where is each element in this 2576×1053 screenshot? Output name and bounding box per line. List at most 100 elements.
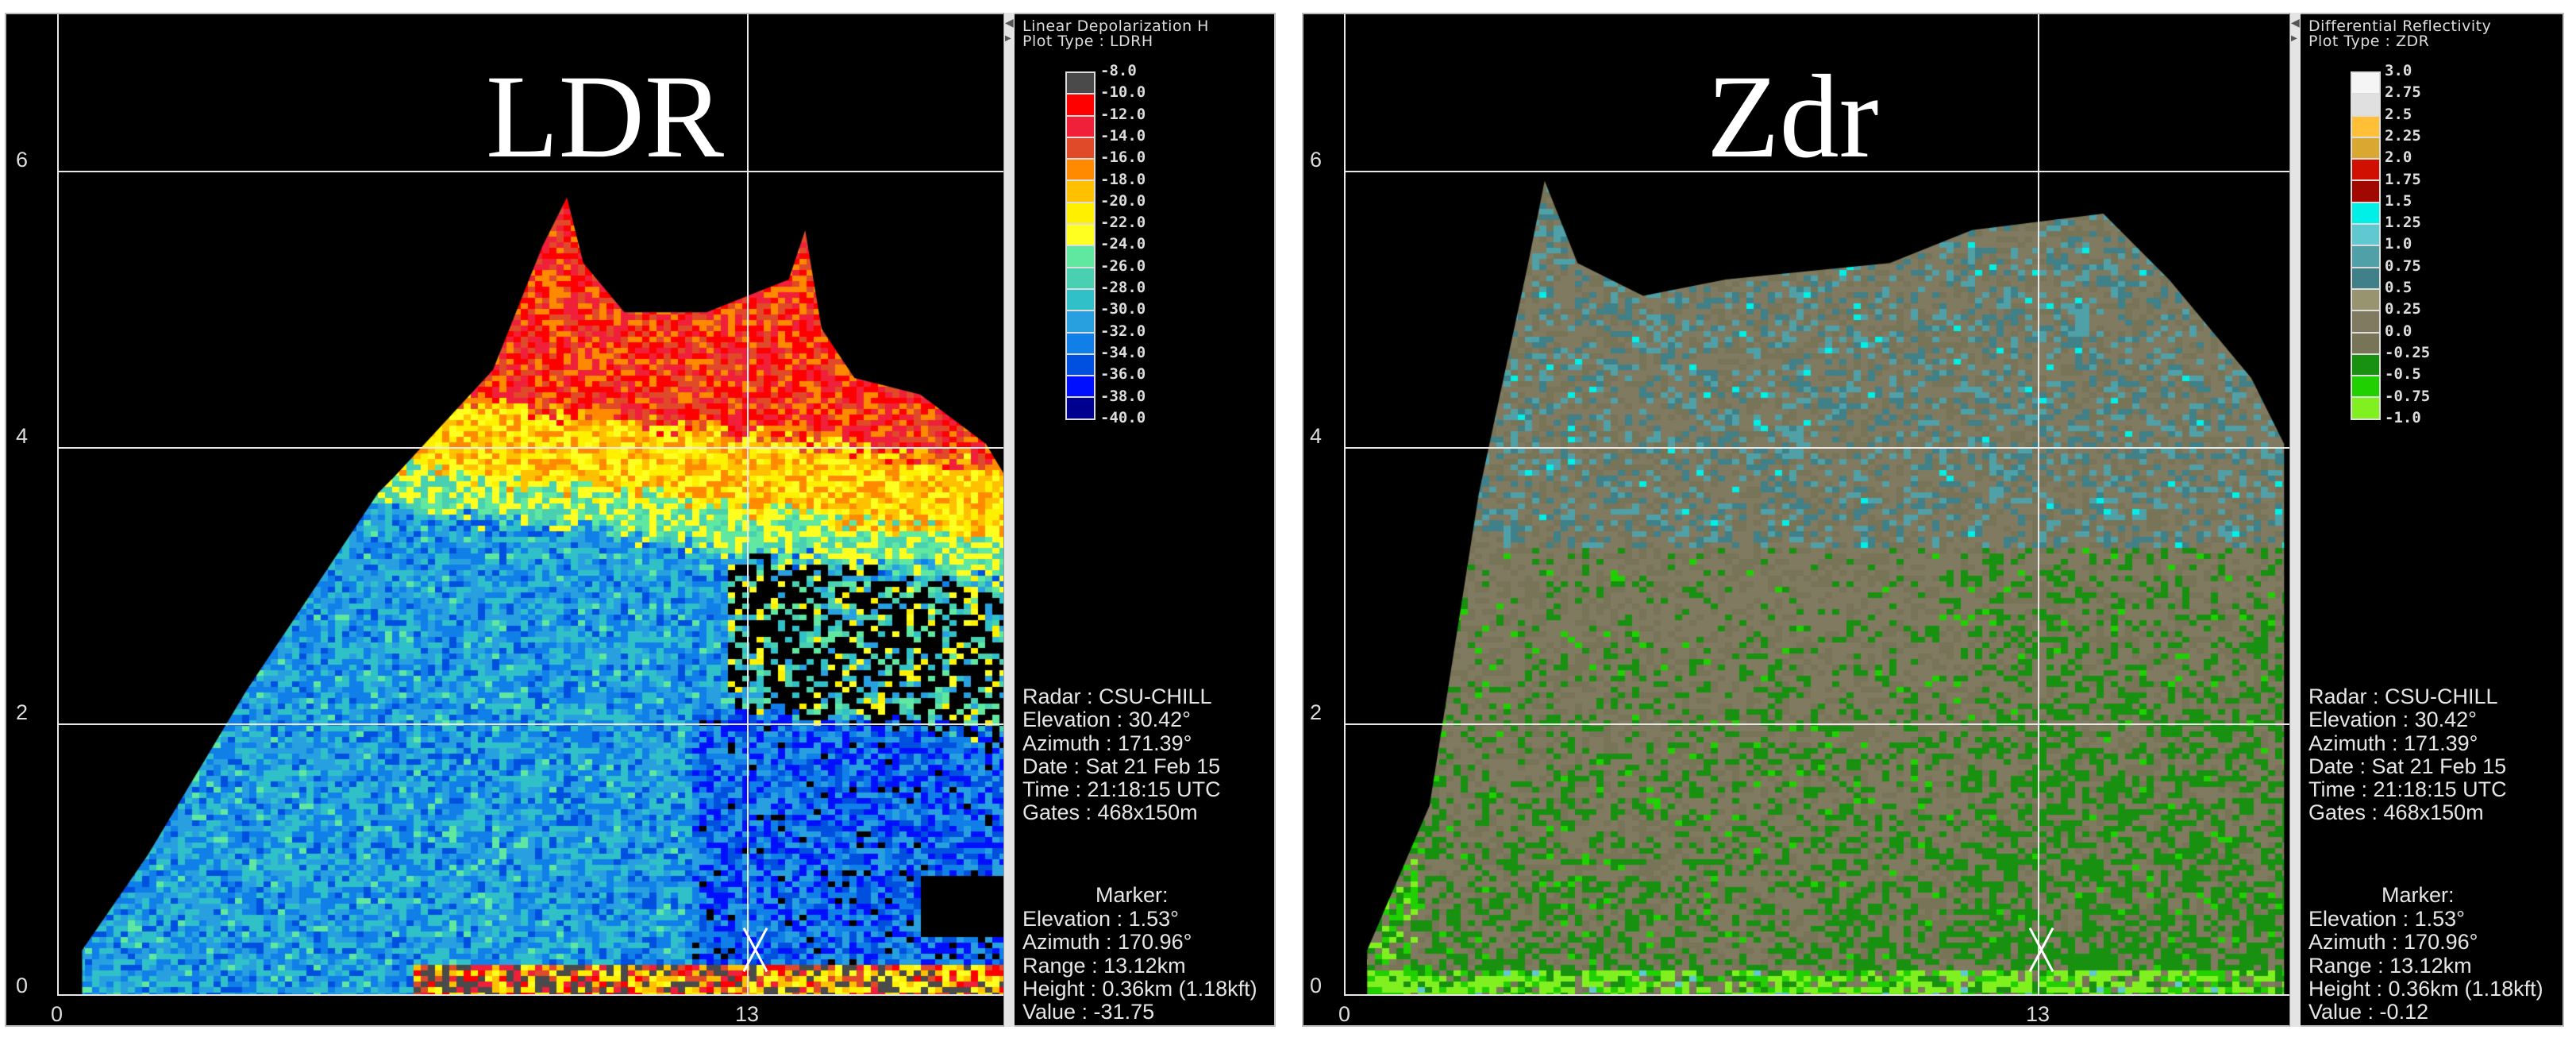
color-scale-label: -16.0 [1100, 148, 1146, 167]
color-scale-label: 2.5 [2385, 105, 2412, 123]
color-scale-label: 0.25 [2385, 300, 2421, 318]
info-radar: Radar : CSU-CHILL [2308, 685, 2498, 708]
zdr-y-tick: 2 [1310, 700, 1323, 724]
color-scale-label: -30.0 [1100, 300, 1146, 318]
color-scale-label: 0.75 [2385, 256, 2421, 275]
color-scale-label: 1.0 [2385, 235, 2412, 253]
ldr-y-tick: 0 [16, 974, 29, 997]
ldr-gridline-4 [57, 447, 1003, 449]
ldr-marker-x-icon [734, 928, 777, 971]
color-scale-label: -36.0 [1100, 365, 1146, 384]
color-scale-swatch [1067, 311, 1094, 334]
color-scale-swatch [2352, 202, 2379, 226]
color-scale-swatch [2352, 73, 2379, 95]
color-scale-swatch [1067, 268, 1094, 290]
expand-arrow-icon[interactable]: ▶ [1005, 35, 1011, 43]
ldr-y-tick: 4 [16, 424, 29, 448]
marker-height: Height : 0.36km (1.18kft) [2308, 976, 2543, 1001]
color-scale-swatch [1067, 202, 1094, 226]
color-scale-swatch [1067, 225, 1094, 247]
color-scale-label: -0.75 [2385, 387, 2431, 405]
color-scale-swatch [1067, 160, 1094, 182]
ldr-radar-info: Radar : CSU-CHILL Elevation : 30.42° Azi… [1022, 685, 1221, 825]
ldr-y-tick: 2 [16, 700, 29, 724]
marker-azimuth: Azimuth : 170.96° [2308, 930, 2478, 955]
color-scale-swatch [2352, 160, 2379, 182]
color-scale-label: -26.0 [1100, 256, 1146, 275]
info-date: Date : Sat 21 Feb 15 [2308, 754, 2507, 778]
zdr-gridline-13 [2038, 14, 2039, 996]
color-scale-label: -18.0 [1100, 170, 1146, 188]
zdr-legend-toggle-scrollbar[interactable]: ◀ ▶ [2289, 13, 2301, 1027]
color-scale-swatch [2352, 94, 2379, 117]
color-scale-label: -10.0 [1100, 83, 1146, 102]
marker-height: Height : 0.36km (1.18kft) [1022, 976, 1257, 1001]
marker-range: Range : 13.12km [2308, 953, 2472, 978]
zdr-y-tick: 4 [1310, 424, 1323, 448]
color-scale-swatch [1067, 289, 1094, 312]
color-scale-swatch [2352, 333, 2379, 355]
color-scale-label: 0.5 [2385, 279, 2412, 296]
color-scale-swatch [1067, 116, 1094, 138]
color-scale-swatch [2352, 289, 2379, 312]
info-gates: Gates : 468x150m [2308, 800, 2484, 825]
color-scale-label: 0.0 [2385, 322, 2412, 340]
ldr-legend-toggle-scrollbar[interactable]: ◀ ▶ [1003, 13, 1015, 1027]
color-scale-label: -32.0 [1100, 322, 1146, 340]
color-scale-swatch [1067, 333, 1094, 355]
legend-plot-type: Plot Type : ZDR [2308, 33, 2430, 50]
color-scale-label: -40.0 [1100, 408, 1146, 426]
color-scale-label: -24.0 [1100, 235, 1146, 253]
info-elevation: Elevation : 30.42° [2308, 708, 2477, 732]
ldr-x-tick: 0 [51, 1002, 64, 1026]
color-scale-label: 3.0 [2385, 62, 2412, 79]
color-scale-swatch [2352, 398, 2379, 418]
color-scale-label: 1.5 [2385, 191, 2412, 210]
color-scale-swatch [2352, 225, 2379, 247]
collapse-arrow-icon[interactable]: ◀ [1005, 17, 1014, 29]
color-scale-swatch [2352, 268, 2379, 290]
zdr-x-axis [1344, 994, 2290, 996]
zdr-gridline-2 [1344, 723, 2290, 725]
color-scale-swatch [1067, 354, 1094, 377]
color-scale-label: -0.25 [2385, 343, 2431, 361]
color-scale-swatch [2352, 311, 2379, 334]
color-scale-label: 2.75 [2385, 83, 2421, 102]
zdr-color-scale [2351, 71, 2381, 420]
legend-plot-type: Plot Type : LDRH [1022, 33, 1153, 50]
ldr-marker-info: Elevation : 1.53° Azimuth : 170.96° Rang… [1022, 907, 1257, 1024]
color-scale-label: 1.75 [2385, 170, 2421, 188]
color-scale-label: 2.25 [2385, 126, 2421, 145]
color-scale-swatch [1067, 246, 1094, 268]
color-scale-label: 1.25 [2385, 214, 2421, 232]
color-scale-label: -0.5 [2385, 365, 2421, 384]
ldr-overlay-title: LDR [486, 51, 724, 183]
ldr-gridline-13 [747, 14, 749, 996]
info-time: Time : 21:18:15 UTC [2308, 777, 2507, 802]
color-scale-swatch [2352, 246, 2379, 268]
color-scale-swatch [1067, 398, 1094, 418]
marker-value: Value : -31.75 [1022, 1000, 1155, 1024]
collapse-arrow-icon[interactable]: ◀ [2291, 17, 2300, 29]
color-scale-swatch [2352, 376, 2379, 399]
color-scale-swatch [1067, 137, 1094, 160]
ldr-x-tick: 13 [735, 1002, 760, 1026]
marker-heading: Marker: [1095, 883, 1169, 907]
color-scale-label: -28.0 [1100, 279, 1146, 296]
color-scale-label: -14.0 [1100, 126, 1146, 145]
color-scale-label: -20.0 [1100, 191, 1146, 210]
info-azimuth: Azimuth : 171.39° [2308, 731, 2478, 755]
zdr-overlay-title: Zdr [1707, 51, 1879, 183]
color-scale-label: -38.0 [1100, 387, 1146, 405]
info-elevation: Elevation : 30.42° [1022, 708, 1191, 732]
zdr-gridline-4 [1344, 447, 2290, 449]
color-scale-label: -22.0 [1100, 214, 1146, 232]
color-scale-label: -12.0 [1100, 105, 1146, 123]
zdr-legend-panel: Differential Reflectivity Plot Type : ZD… [2301, 13, 2564, 1027]
zdr-radar-info: Radar : CSU-CHILL Elevation : 30.42° Azi… [2308, 685, 2507, 825]
marker-elevation: Elevation : 1.53° [1022, 907, 1179, 931]
zdr-y-tick: 0 [1310, 974, 1323, 997]
expand-arrow-icon[interactable]: ▶ [2291, 35, 2297, 43]
zdr-marker-info: Elevation : 1.53° Azimuth : 170.96° Rang… [2308, 907, 2543, 1024]
zdr-x-tick: 13 [2026, 1002, 2050, 1026]
